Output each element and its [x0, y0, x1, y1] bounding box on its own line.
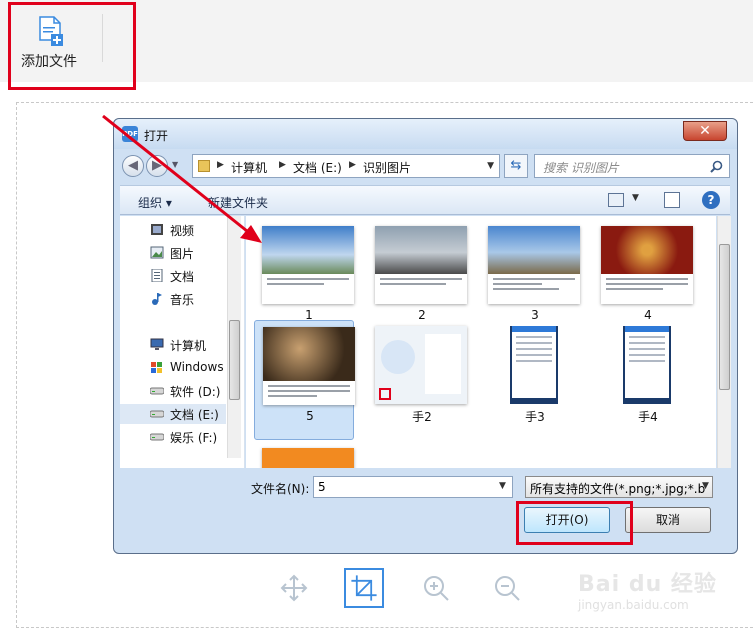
navigation-pane: 视频 图片 文档 音乐 计算机 Windows 软件 (D:) 文档 (E:)	[120, 216, 245, 468]
preview-pane-icon[interactable]	[664, 192, 680, 208]
file-thumbnail	[262, 226, 354, 304]
file-thumbnail	[601, 326, 693, 404]
new-folder-button[interactable]: 新建文件夹	[208, 194, 268, 211]
file-name: 手4	[638, 410, 658, 424]
nav-item-label: 音乐	[170, 293, 195, 307]
filename-dropdown-icon[interactable]: ▼	[499, 481, 506, 491]
filename-input[interactable]: 5	[313, 476, 513, 498]
back-button[interactable]: ◀	[122, 155, 144, 177]
address-row: ◀ ▶ ▼ ▶ 计算机 ▶ 文档 (E:) ▶ 识别图片 ▼ ⇆ 搜索 识别图片	[120, 153, 730, 179]
search-input[interactable]: 搜索 识别图片	[534, 154, 730, 178]
view-options-icon[interactable]	[608, 193, 624, 207]
file-name: 5	[306, 409, 314, 423]
open-file-dialog: PDF 打开 ✕ ◀ ▶ ▼ ▶ 计算机 ▶ 文档 (E:) ▶ 识别图片 ▼ …	[113, 118, 738, 554]
nav-item-label: 文档 (E:)	[170, 408, 219, 422]
drive-icon	[150, 410, 164, 418]
music-icon	[152, 293, 162, 305]
address-bar[interactable]: ▶ 计算机 ▶ 文档 (E:) ▶ 识别图片 ▼	[192, 154, 500, 178]
open-button-highlight	[516, 501, 633, 545]
chevron-right-icon[interactable]: ▶	[349, 160, 356, 170]
file-tile[interactable]	[254, 442, 354, 468]
add-file-button[interactable]: 添加文件	[8, 2, 136, 90]
nav-scrollbar[interactable]	[227, 216, 241, 458]
file-thumbnail	[263, 327, 355, 405]
windows-drive-icon	[151, 362, 162, 373]
breadcrumb-drive-e[interactable]: 文档 (E:)	[293, 159, 342, 176]
drive-icon	[150, 433, 164, 441]
app-icon: PDF	[122, 126, 138, 142]
file-list-pane: 1 2 3 4 5 手2 手3 手4	[246, 216, 716, 468]
file-thumbnail	[488, 326, 580, 404]
forward-button[interactable]: ▶	[146, 155, 168, 177]
file-tile-selected[interactable]: 5	[254, 320, 355, 440]
add-file-label: 添加文件	[21, 54, 77, 70]
history-dropdown-icon[interactable]: ▼	[172, 160, 178, 169]
file-thumbnail	[375, 326, 467, 404]
folder-icon	[198, 160, 210, 172]
file-thumbnail	[601, 226, 693, 304]
filename-label: 文件名(N):	[251, 482, 310, 496]
file-tile[interactable]: 手4	[593, 320, 693, 440]
watermark-url: jingyan.baidu.com	[578, 598, 689, 612]
file-scroll-thumb[interactable]	[719, 244, 730, 390]
nav-item-label: 视频	[170, 224, 195, 238]
close-button[interactable]: ✕	[683, 121, 727, 141]
nav-item-label: 软件 (D:)	[170, 385, 221, 399]
zoom-in-icon[interactable]	[416, 568, 456, 608]
file-thumbnail	[488, 226, 580, 304]
organize-button[interactable]: 组织 ▾	[138, 194, 172, 211]
file-tile[interactable]: 手2	[367, 320, 467, 440]
dialog-titlebar[interactable]: PDF 打开 ✕	[114, 119, 737, 149]
file-thumbnail	[262, 448, 354, 468]
view-dropdown-icon[interactable]: ▼	[632, 193, 639, 203]
file-name: 手2	[412, 410, 432, 424]
file-tile[interactable]: 手3	[480, 320, 580, 440]
nav-item-label: 计算机	[170, 339, 207, 353]
nav-item-drive-e[interactable]: 文档 (E:)	[120, 404, 226, 424]
baidu-watermark: Bai du 经验 jingyan.baidu.com	[578, 566, 738, 616]
nav-item-label: 娱乐 (F:)	[170, 431, 218, 445]
search-placeholder: 搜索 识别图片	[543, 161, 619, 175]
cancel-button[interactable]: 取消	[625, 507, 711, 533]
crop-icon[interactable]	[344, 568, 384, 608]
add-file-icon	[39, 16, 63, 46]
video-icon	[151, 224, 163, 235]
search-icon[interactable]	[710, 160, 723, 173]
dialog-title: 打开	[144, 129, 169, 143]
pictures-icon	[150, 246, 164, 259]
documents-icon	[151, 269, 163, 282]
filetype-dropdown-icon[interactable]: ▼	[702, 481, 709, 491]
command-bar: 组织 ▾ 新建文件夹 ▼ ?	[120, 185, 730, 215]
watermark-text: Bai du 经验	[578, 572, 717, 597]
chevron-right-icon[interactable]: ▶	[217, 160, 224, 170]
address-dropdown-icon[interactable]: ▼	[487, 161, 494, 171]
computer-icon	[150, 338, 164, 350]
help-icon[interactable]: ?	[702, 191, 720, 209]
breadcrumb-computer[interactable]: 计算机	[231, 159, 267, 176]
refresh-button[interactable]: ⇆	[504, 154, 528, 178]
drive-icon	[150, 387, 164, 395]
nav-item-label: 图片	[170, 247, 195, 261]
nav-scroll-thumb[interactable]	[229, 320, 240, 400]
nav-item-label: Windows	[170, 360, 224, 374]
filetype-select[interactable]: 所有支持的文件(*.png;*.jpg;*.b	[525, 476, 713, 498]
breadcrumb-folder[interactable]: 识别图片	[363, 159, 411, 176]
zoom-out-icon[interactable]	[487, 568, 527, 608]
file-thumbnail	[375, 226, 467, 304]
file-list-scrollbar[interactable]	[717, 216, 731, 468]
file-name: 手3	[525, 410, 545, 424]
nav-item-label: 文档	[170, 270, 195, 284]
move-icon[interactable]	[274, 568, 314, 608]
chevron-right-icon[interactable]: ▶	[279, 160, 286, 170]
